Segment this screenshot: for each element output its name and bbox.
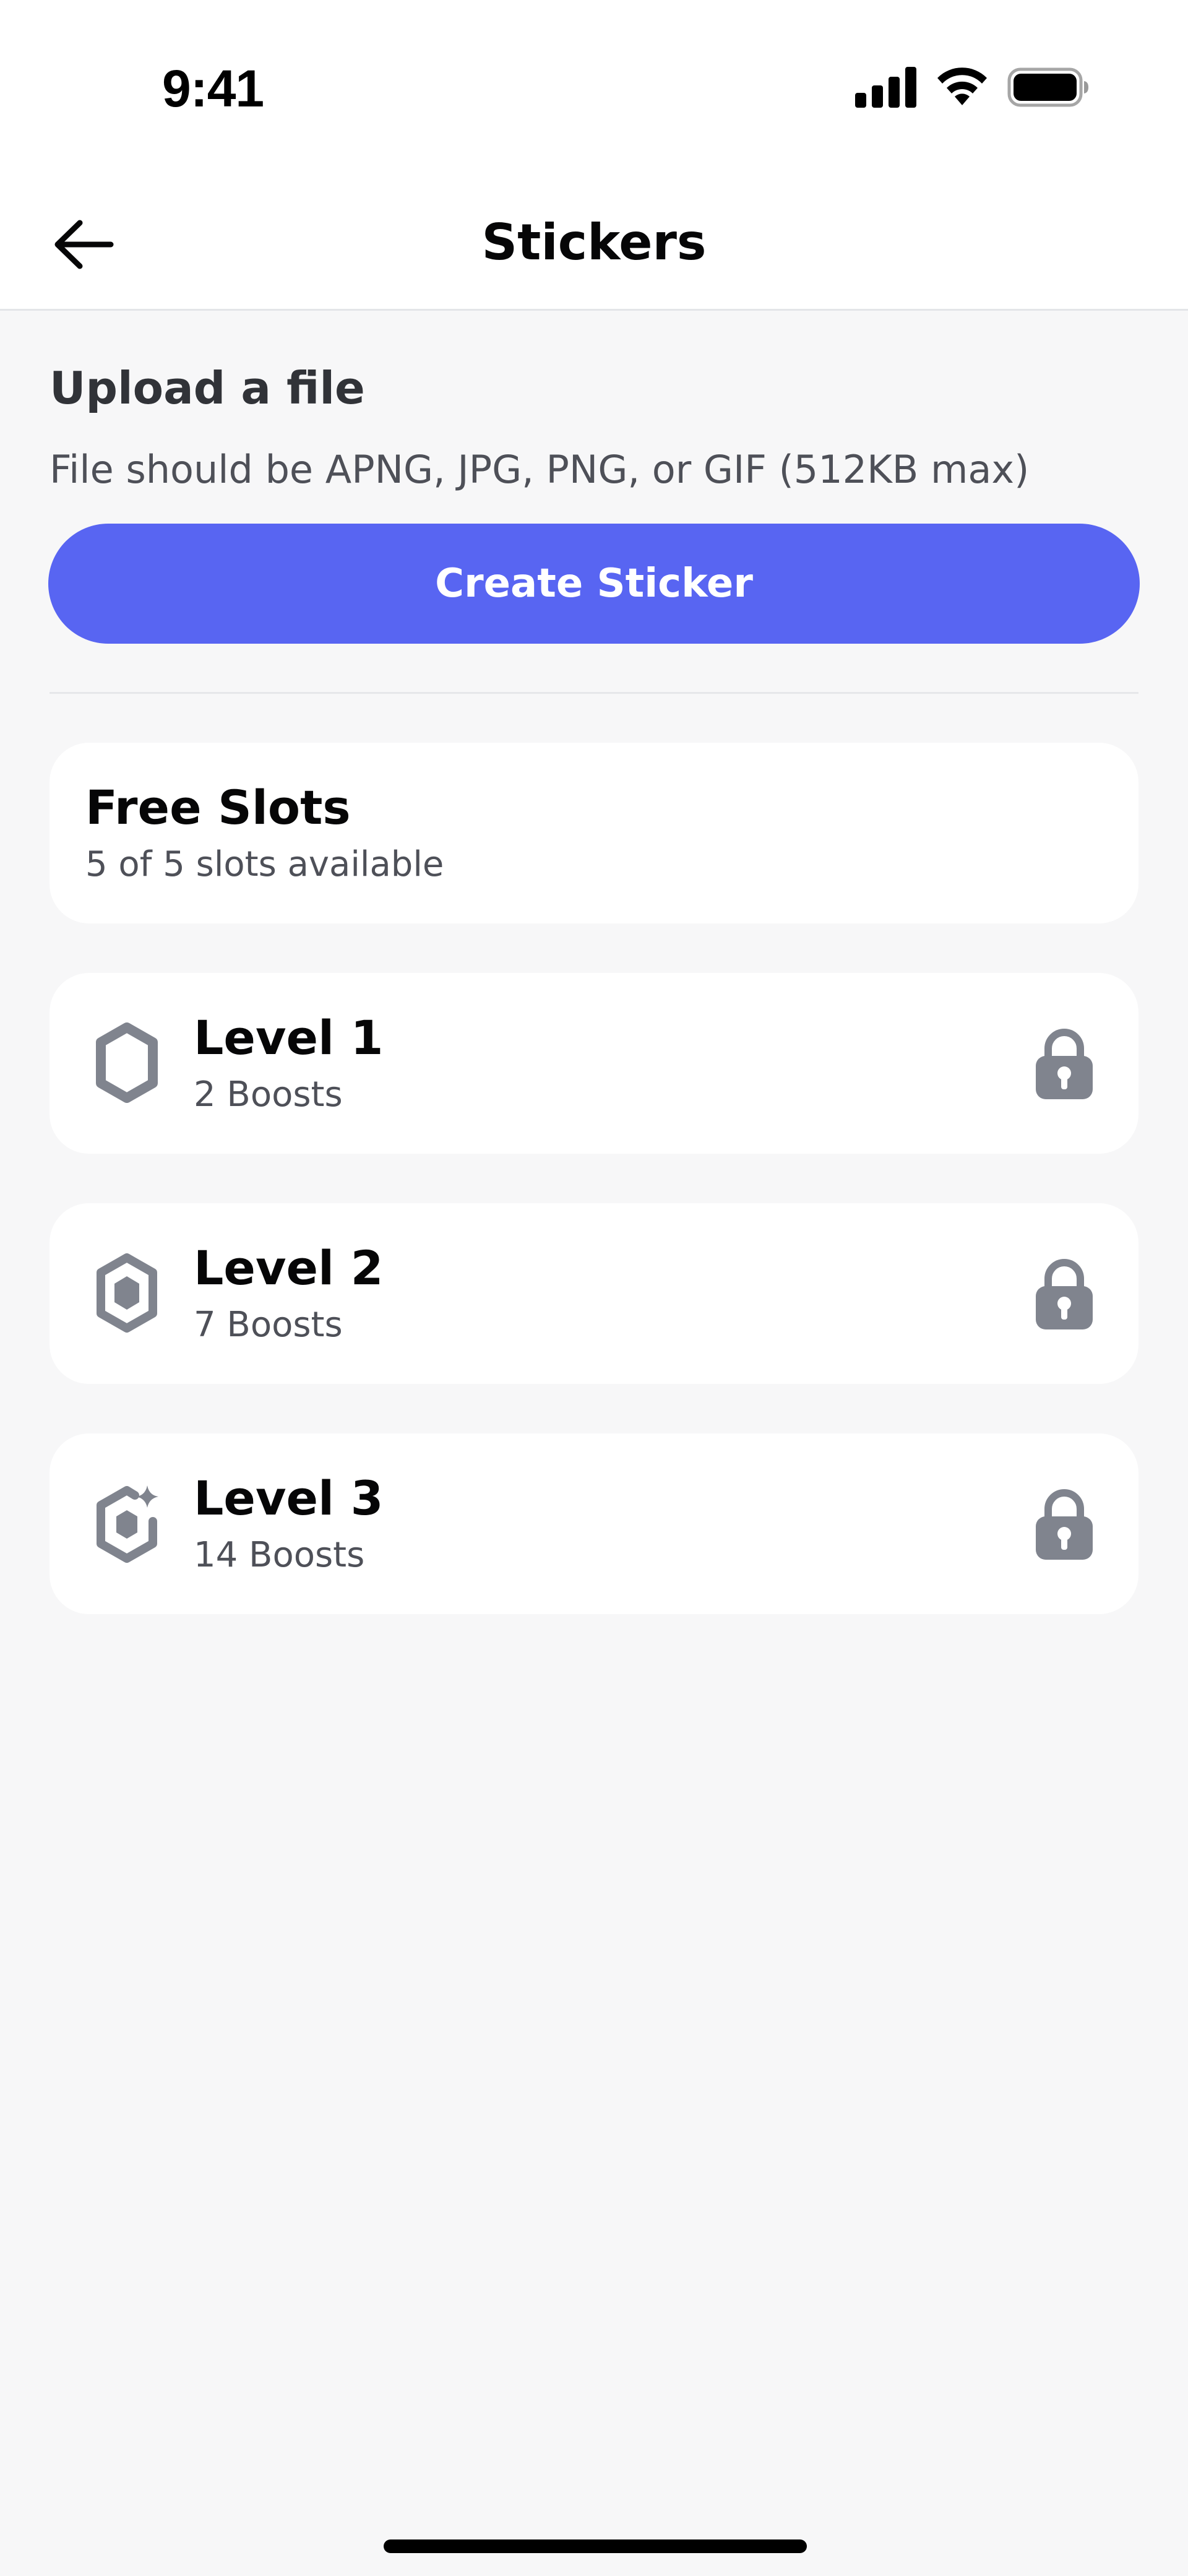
upload-title: Upload a file	[50, 362, 365, 414]
create-sticker-button[interactable]: Create Sticker	[48, 524, 1140, 644]
level-2-title: Level 2	[194, 1240, 384, 1295]
page-title: Stickers	[481, 214, 707, 271]
level-3-card[interactable]: Level 3 14 Boosts	[50, 1433, 1138, 1614]
battery-icon	[1007, 67, 1088, 107]
level-3-subtitle: 14 Boosts	[194, 1535, 365, 1575]
free-slots-subtitle: 5 of 5 slots available	[85, 844, 444, 884]
level-1-title: Level 1	[194, 1010, 384, 1065]
boost-level-1-icon	[96, 1022, 158, 1103]
level-2-subtitle: 7 Boosts	[194, 1305, 343, 1345]
lock-icon	[1036, 1489, 1093, 1560]
lock-icon	[1036, 1029, 1093, 1099]
free-slots-card: Free Slots 5 of 5 slots available	[50, 743, 1138, 923]
level-1-subtitle: 2 Boosts	[194, 1074, 343, 1115]
upload-description: File should be APNG, JPG, PNG, or GIF (5…	[50, 447, 1030, 492]
cellular-signal-icon	[855, 67, 916, 108]
boost-level-3-icon	[97, 1485, 158, 1563]
lock-icon	[1036, 1259, 1093, 1329]
wifi-icon	[937, 67, 987, 105]
status-bar: 9:41	[0, 0, 1188, 161]
divider	[50, 692, 1138, 694]
home-indicator[interactable]	[384, 2539, 807, 2553]
level-1-card[interactable]: Level 1 2 Boosts	[50, 973, 1138, 1154]
boost-level-2-icon	[97, 1253, 157, 1333]
header: Stickers	[0, 161, 1188, 311]
status-icons	[855, 67, 1089, 108]
level-2-card[interactable]: Level 2 7 Boosts	[50, 1203, 1138, 1384]
level-3-title: Level 3	[194, 1471, 384, 1526]
status-time: 9:41	[162, 59, 264, 118]
free-slots-title: Free Slots	[85, 780, 351, 835]
